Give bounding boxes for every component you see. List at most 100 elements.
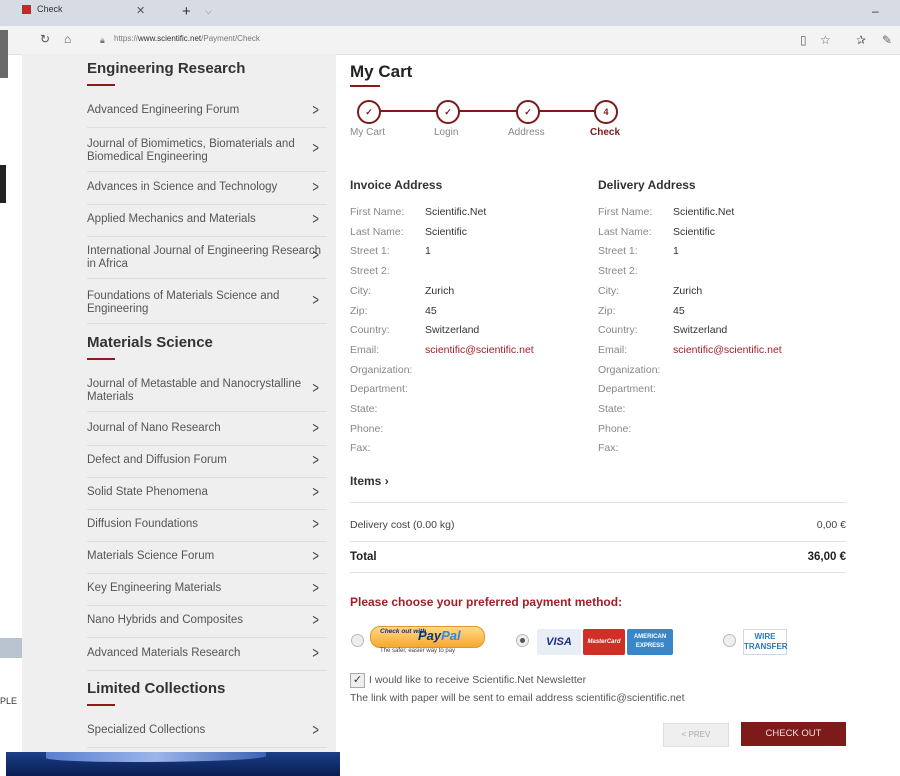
sidebar-heading: Engineering Research: [87, 60, 246, 77]
field-label: Fax:: [598, 442, 619, 455]
visa-logo[interactable]: VISA: [537, 629, 581, 655]
lock-icon: 🔒︎: [100, 35, 105, 45]
divider: [87, 637, 327, 638]
chevron-right-icon[interactable]: >: [312, 516, 319, 534]
sidebar-item[interactable]: International Journal of Engineering Res…: [87, 245, 327, 271]
sidebar-item[interactable]: Journal of Metastable and Nanocrystallin…: [87, 378, 327, 404]
browser-tab[interactable]: Check ✕: [22, 4, 172, 22]
chevron-right-icon[interactable]: >: [312, 292, 319, 310]
newsletter-checkbox[interactable]: ✓: [350, 673, 365, 688]
wire-radio[interactable]: [723, 634, 736, 647]
delivery-heading: Delivery Address: [598, 178, 696, 192]
paypal-tagline: The safer, easier way to pay: [380, 648, 456, 654]
divider: [350, 502, 846, 503]
pen-icon[interactable]: ✎: [882, 33, 892, 47]
home-icon[interactable]: ⌂: [64, 32, 71, 46]
favorite-star-icon[interactable]: ☆: [820, 33, 831, 47]
close-tab-icon[interactable]: ✕: [136, 4, 145, 17]
divider: [87, 411, 327, 412]
chevron-right-icon[interactable]: >: [312, 420, 319, 438]
background-fragment-text: PLE: [0, 696, 18, 706]
sidebar-item[interactable]: Advances in Science and Technology: [87, 181, 327, 194]
chevron-right-icon[interactable]: >: [312, 380, 319, 398]
new-tab-icon[interactable]: +: [182, 3, 191, 20]
chevron-right-icon[interactable]: >: [312, 102, 319, 120]
chevron-right-icon[interactable]: >: [312, 140, 319, 158]
field-label: Phone:: [350, 422, 384, 435]
url-field[interactable]: https://www.scientific.net/Payment/Check: [114, 34, 260, 43]
favorites-hub-icon[interactable]: ✰: [856, 33, 866, 47]
sidebar-item[interactable]: Journal of Nano Research: [87, 422, 327, 435]
chevron-right-icon[interactable]: >: [312, 484, 319, 502]
step-label: Login: [434, 127, 459, 138]
wire-transfer-logo[interactable]: WIRE TRANSFER: [743, 629, 788, 655]
sidebar-item[interactable]: Advanced Materials Research: [87, 647, 327, 660]
mastercard-logo[interactable]: MasterCard: [583, 629, 625, 655]
amex-logo[interactable]: AMERICAN EXPRESS: [627, 629, 673, 655]
background-image: [6, 752, 340, 776]
refresh-icon[interactable]: ↻: [40, 32, 50, 46]
sidebar-item[interactable]: Materials Science Forum: [87, 550, 327, 563]
field-label: Email:: [350, 343, 380, 356]
field-label: Email:: [598, 343, 628, 356]
chevron-right-icon[interactable]: >: [312, 452, 319, 470]
field-label: Street 2:: [598, 265, 638, 278]
divider: [350, 572, 846, 573]
paypal-radio[interactable]: [351, 634, 364, 647]
reading-view-icon[interactable]: ▯: [800, 33, 807, 47]
step-marker: ✓: [357, 100, 381, 124]
sidebar-item[interactable]: Solid State Phenomena: [87, 486, 327, 499]
chevron-right-icon[interactable]: >: [312, 211, 319, 229]
tab-list-chevron-icon[interactable]: ⌵: [205, 6, 212, 17]
chevron-right-icon[interactable]: >: [312, 179, 319, 197]
checkout-button[interactable]: CHECK OUT: [741, 722, 846, 746]
sidebar-item[interactable]: Defect and Diffusion Forum: [87, 454, 327, 467]
sidebar-item[interactable]: Journal of Biomimetics, Biomaterials and…: [87, 138, 327, 164]
chevron-right-icon[interactable]: >: [312, 645, 319, 663]
sidebar-heading: Materials Science: [87, 334, 213, 351]
field-value: Switzerland: [425, 324, 480, 337]
sidebar-item[interactable]: Specialized Collections: [87, 724, 327, 737]
divider: [87, 541, 327, 542]
sidebar-item[interactable]: Nano Hybrids and Composites: [87, 614, 327, 627]
card-radio[interactable]: [516, 634, 529, 647]
field-value: 45: [673, 304, 685, 317]
field-value: Scientific.Net: [673, 206, 735, 218]
background-fragment: [0, 30, 8, 78]
items-toggle[interactable]: Items ›: [350, 474, 389, 488]
sidebar-item[interactable]: Key Engineering Materials: [87, 582, 327, 595]
sidebar-item[interactable]: Applied Mechanics and Materials: [87, 213, 327, 226]
field-value[interactable]: scientific@scientific.net: [673, 344, 782, 356]
field-label: Country:: [598, 324, 638, 337]
divider: [350, 541, 846, 542]
field-label: Street 1:: [598, 245, 638, 258]
field-value[interactable]: scientific@scientific.net: [425, 344, 534, 356]
field-label: Fax:: [350, 442, 371, 455]
field-value: 1: [673, 245, 679, 258]
step-marker: ✓: [436, 100, 460, 124]
heading-underline: [87, 358, 115, 360]
field-label: Zip:: [598, 304, 616, 317]
chevron-right-icon[interactable]: >: [312, 247, 319, 265]
step-marker: 4: [594, 100, 618, 124]
chevron-right-icon[interactable]: >: [312, 548, 319, 566]
field-value: 45: [425, 304, 437, 317]
field-label: City:: [350, 284, 371, 297]
divider: [87, 236, 327, 237]
paypal-logo[interactable]: Check out with PayPal The safer, easier …: [370, 626, 485, 656]
prev-button[interactable]: < PREV: [663, 723, 729, 747]
background-fragment: [0, 165, 6, 203]
field-label: Street 2:: [350, 265, 390, 278]
divider: [87, 323, 327, 324]
divider: [87, 171, 327, 172]
chevron-right-icon[interactable]: >: [312, 580, 319, 598]
chevron-right-icon[interactable]: >: [312, 612, 319, 630]
payment-heading: Please choose your preferred payment met…: [350, 595, 623, 609]
chevron-right-icon[interactable]: >: [312, 722, 319, 740]
sidebar-item[interactable]: Advanced Engineering Forum: [87, 104, 327, 117]
title-underline: [350, 85, 380, 87]
sidebar-item[interactable]: Diffusion Foundations: [87, 518, 327, 531]
minimize-icon[interactable]: –: [872, 4, 879, 18]
sidebar-item[interactable]: Foundations of Materials Science and Eng…: [87, 290, 327, 316]
divider: [87, 670, 327, 671]
